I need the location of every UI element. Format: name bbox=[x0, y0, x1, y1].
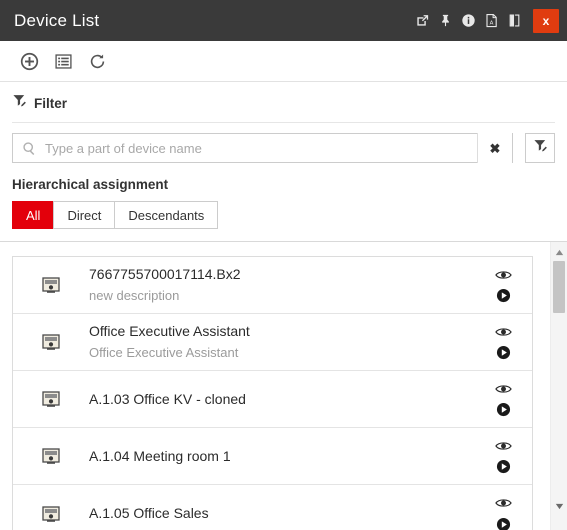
device-icon bbox=[39, 387, 63, 411]
device-texts: A.1.03 Office KV - cloned bbox=[89, 390, 494, 409]
scroll-thumb[interactable] bbox=[553, 261, 565, 313]
device-list-card: 7667755700017114.Bx2 new description Off… bbox=[12, 256, 533, 530]
table-row[interactable]: A.1.05 Office Sales bbox=[13, 485, 532, 530]
pin-icon[interactable] bbox=[434, 0, 457, 41]
device-list-window: Device List A x Filter Type a part of de… bbox=[0, 0, 567, 530]
play-icon[interactable] bbox=[494, 402, 512, 418]
row-actions bbox=[494, 495, 512, 530]
device-list-area: 7667755700017114.Bx2 new description Off… bbox=[0, 242, 567, 530]
dock-icon[interactable] bbox=[503, 0, 526, 41]
search-row: ✖ bbox=[12, 133, 555, 163]
close-icon: x bbox=[542, 13, 550, 28]
titlebar-actions: A x bbox=[411, 0, 567, 41]
filter-heading: Filter bbox=[34, 95, 68, 111]
segment-all[interactable]: All bbox=[12, 201, 55, 229]
table-row[interactable]: A.1.04 Meeting room 1 bbox=[13, 428, 532, 485]
window-title: Device List bbox=[14, 10, 100, 30]
preview-icon[interactable] bbox=[494, 495, 512, 511]
device-name: A.1.03 Office KV - cloned bbox=[89, 390, 246, 407]
list-view-button[interactable] bbox=[46, 44, 80, 78]
play-icon[interactable] bbox=[494, 345, 512, 361]
filter-edit-icon bbox=[12, 93, 27, 113]
hierarchical-assignment-group: All Direct Descendants bbox=[12, 201, 555, 229]
filter-panel: Filter ✖ bbox=[0, 82, 567, 242]
preview-icon[interactable] bbox=[494, 381, 512, 397]
list-icon bbox=[54, 52, 73, 71]
device-name: A.1.05 Office Sales bbox=[89, 505, 209, 521]
preview-icon[interactable] bbox=[494, 267, 512, 283]
scroll-up-arrow-icon[interactable] bbox=[551, 244, 567, 260]
close-button[interactable]: x bbox=[533, 8, 559, 33]
preview-icon[interactable] bbox=[494, 324, 512, 340]
titlebar: Device List A x bbox=[0, 0, 567, 41]
device-icon bbox=[39, 502, 63, 526]
device-icon bbox=[39, 444, 63, 468]
table-row[interactable]: 7667755700017114.Bx2 new description bbox=[13, 257, 532, 314]
pdf-export-icon[interactable]: A bbox=[480, 0, 503, 41]
close-icon: ✖ bbox=[489, 140, 501, 156]
svg-text:A: A bbox=[490, 20, 494, 26]
device-name: A.1.04 Meeting room 1 bbox=[89, 447, 231, 464]
info-icon[interactable] bbox=[457, 0, 480, 41]
edit-filter-button[interactable] bbox=[525, 133, 555, 163]
search-box[interactable]: ✖ bbox=[12, 133, 513, 163]
add-device-button[interactable] bbox=[12, 44, 46, 78]
table-row[interactable]: A.1.03 Office KV - cloned bbox=[13, 371, 532, 428]
refresh-icon bbox=[88, 52, 107, 71]
hierarchical-assignment-label: Hierarchical assignment bbox=[12, 177, 169, 192]
segment-direct[interactable]: Direct bbox=[53, 201, 116, 229]
row-actions bbox=[494, 324, 512, 361]
row-actions bbox=[494, 438, 512, 475]
play-icon[interactable] bbox=[494, 288, 512, 304]
search-icon bbox=[13, 141, 45, 156]
segment-descendants[interactable]: Descendants bbox=[114, 201, 219, 229]
device-texts: 7667755700017114.Bx2 new description bbox=[89, 265, 494, 305]
row-actions bbox=[494, 267, 512, 304]
device-texts: A.1.05 Office Sales bbox=[89, 504, 494, 523]
open-in-new-window-icon[interactable] bbox=[411, 0, 434, 41]
refresh-button[interactable] bbox=[80, 44, 114, 78]
table-row[interactable]: Office Executive Assistant Office Execut… bbox=[13, 314, 532, 371]
play-icon[interactable] bbox=[494, 516, 512, 530]
device-name: Office Executive Assistant bbox=[89, 323, 250, 339]
filter-header: Filter bbox=[12, 93, 555, 123]
preview-icon[interactable] bbox=[494, 438, 512, 454]
vertical-scrollbar[interactable] bbox=[550, 242, 567, 530]
device-icon bbox=[39, 273, 63, 297]
device-texts: Office Executive Assistant Office Execut… bbox=[89, 322, 494, 362]
search-input[interactable] bbox=[45, 135, 477, 161]
play-icon[interactable] bbox=[494, 459, 512, 475]
filter-edit-icon bbox=[533, 138, 548, 158]
device-description: Office Executive Assistant bbox=[89, 345, 239, 360]
device-name: 7667755700017114.Bx2 bbox=[89, 266, 241, 282]
device-texts: A.1.04 Meeting room 1 bbox=[89, 447, 494, 466]
scroll-down-arrow-icon[interactable] bbox=[551, 498, 567, 514]
device-description: new description bbox=[89, 288, 180, 303]
clear-search-button[interactable]: ✖ bbox=[477, 133, 512, 163]
row-actions bbox=[494, 381, 512, 418]
plus-circle-icon bbox=[20, 52, 39, 71]
device-icon bbox=[39, 330, 63, 354]
toolbar bbox=[0, 41, 567, 82]
